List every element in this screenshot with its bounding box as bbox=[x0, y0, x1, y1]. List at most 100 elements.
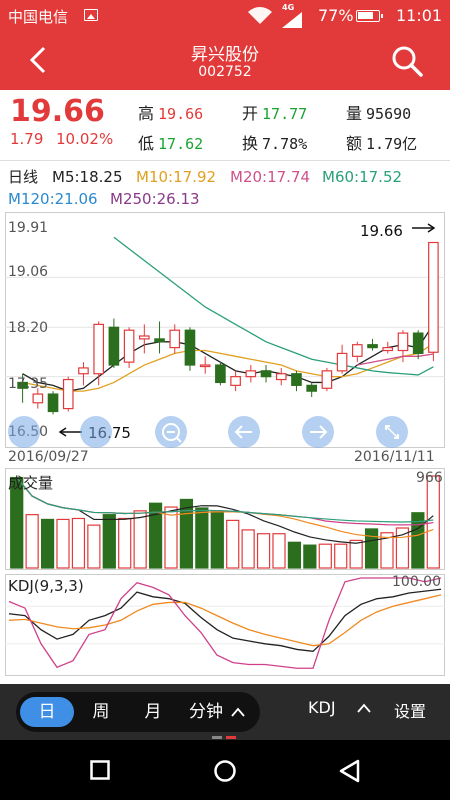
volume-bar bbox=[272, 533, 286, 569]
candle-body bbox=[352, 344, 363, 357]
period-label: 日线 bbox=[8, 168, 39, 186]
candle-body bbox=[93, 323, 104, 375]
indicator-selector[interactable]: KDJ bbox=[308, 698, 336, 717]
ma120-legend: M120:21.06 bbox=[8, 190, 98, 208]
volume-ma-line bbox=[16, 477, 434, 523]
candle-body bbox=[321, 370, 333, 389]
kline-chart[interactable] bbox=[5, 212, 445, 448]
kdj-d-line bbox=[8, 594, 442, 647]
ma250-legend: M250:26.13 bbox=[110, 190, 200, 208]
ma5-legend: M5:18.25 bbox=[52, 168, 123, 186]
network-type: 4G bbox=[282, 3, 295, 12]
zoom-control[interactable] bbox=[80, 416, 112, 448]
y-tick-label: 19.91 bbox=[8, 220, 49, 236]
low-value: 17.62 bbox=[158, 135, 204, 153]
high-cell: 高 19.66 bbox=[138, 100, 203, 124]
candle-body bbox=[230, 376, 241, 386]
tab-day[interactable]: 日 bbox=[20, 697, 74, 727]
volume-bar bbox=[303, 544, 317, 569]
y-tick-label: 18.20 bbox=[8, 320, 49, 336]
volume-bar bbox=[195, 507, 209, 569]
y-tick-label: 19.06 bbox=[8, 264, 49, 280]
candle-body bbox=[154, 338, 165, 343]
search-icon[interactable] bbox=[390, 44, 424, 78]
candle-body bbox=[78, 367, 89, 375]
amount-label: 额 bbox=[346, 134, 363, 153]
candle-body bbox=[397, 332, 409, 352]
volume-cell: 量 95690 bbox=[346, 100, 411, 124]
recent-apps-icon[interactable] bbox=[90, 760, 110, 780]
volume-bar bbox=[287, 541, 302, 569]
back-icon[interactable] bbox=[338, 759, 362, 783]
max-price-arrow-icon bbox=[412, 223, 436, 233]
m5-line bbox=[22, 324, 434, 392]
candle-body bbox=[139, 335, 150, 340]
settings-button[interactable]: 设置 bbox=[394, 698, 426, 722]
volume-bar bbox=[334, 543, 348, 569]
volume-bar bbox=[241, 529, 255, 569]
volume-bar bbox=[364, 528, 379, 569]
bottom-toolbar: 日 周 月 分钟 KDJ 设置 bbox=[0, 684, 450, 740]
navigation-bar bbox=[0, 740, 450, 800]
m60-line bbox=[113, 236, 434, 376]
tab-week[interactable]: 周 bbox=[78, 692, 124, 732]
fullscreen-icon[interactable] bbox=[376, 416, 408, 448]
home-icon[interactable] bbox=[213, 759, 237, 783]
candle-body bbox=[47, 393, 59, 413]
volume-bar bbox=[179, 498, 194, 569]
amount-value: 1.79亿 bbox=[366, 135, 418, 153]
low-label: 低 bbox=[138, 134, 155, 153]
quote-panel: 19.66 1.79 10.02% 高 19.66 低 17.62 开 17.77 换… bbox=[0, 90, 450, 160]
candle-body bbox=[412, 332, 424, 355]
image-notification-icon bbox=[84, 9, 98, 21]
max-price-annotation: 19.66 bbox=[360, 222, 403, 240]
candle-body bbox=[291, 373, 302, 386]
page-dot-active bbox=[226, 736, 236, 739]
chevron-up-icon[interactable] bbox=[356, 702, 372, 714]
open-label: 开 bbox=[242, 104, 259, 123]
candle-body bbox=[428, 241, 439, 353]
scroll-left-icon[interactable] bbox=[228, 416, 260, 448]
volume-bar bbox=[210, 511, 224, 569]
volume-bar bbox=[164, 506, 178, 569]
volume-ma-line bbox=[16, 477, 434, 526]
volume-bar bbox=[118, 517, 132, 569]
page-dot bbox=[212, 736, 222, 739]
candle-body bbox=[367, 344, 378, 349]
y-tick-label: 17.35 bbox=[8, 376, 49, 392]
candle-body bbox=[260, 370, 272, 378]
volume-chart[interactable] bbox=[5, 468, 445, 570]
stock-code: 002752 bbox=[198, 64, 252, 80]
high-value: 19.66 bbox=[158, 105, 204, 123]
tab-minute[interactable]: 分钟 bbox=[186, 692, 226, 732]
chevron-up-icon[interactable] bbox=[230, 706, 246, 718]
volume-bar bbox=[71, 517, 86, 569]
end-date: 2016/11/11 bbox=[354, 449, 435, 465]
high-label: 高 bbox=[138, 104, 155, 123]
open-value: 17.77 bbox=[262, 105, 308, 123]
volume-bar bbox=[318, 543, 332, 569]
candle-body bbox=[382, 347, 394, 352]
zoom-out-icon[interactable] bbox=[155, 416, 187, 448]
zoom-control[interactable] bbox=[8, 416, 40, 448]
amount-cell: 额 1.79亿 bbox=[346, 130, 417, 154]
turnover-value: 7.78% bbox=[262, 135, 308, 153]
volume-bar bbox=[426, 475, 440, 569]
period-selector: 日 周 月 分钟 bbox=[16, 692, 260, 732]
candle-body bbox=[184, 329, 196, 366]
candle-body bbox=[32, 393, 44, 404]
scroll-right-icon[interactable] bbox=[302, 416, 334, 448]
status-bar: 中国电信 4G 77% 11:01 bbox=[0, 0, 450, 32]
volume-bar bbox=[349, 539, 363, 569]
candle-body bbox=[275, 373, 287, 381]
volume-bar bbox=[87, 524, 101, 569]
volume-bar bbox=[102, 514, 116, 569]
candle-body bbox=[123, 329, 135, 363]
price-change-percent: 10.02% bbox=[56, 130, 114, 148]
candle-body bbox=[336, 352, 348, 372]
candle-body bbox=[199, 364, 211, 368]
header: 昇兴股份 002752 bbox=[0, 32, 450, 90]
volume-max-label: 966 bbox=[416, 470, 443, 486]
tab-month[interactable]: 月 bbox=[130, 692, 176, 732]
divider bbox=[0, 160, 450, 161]
